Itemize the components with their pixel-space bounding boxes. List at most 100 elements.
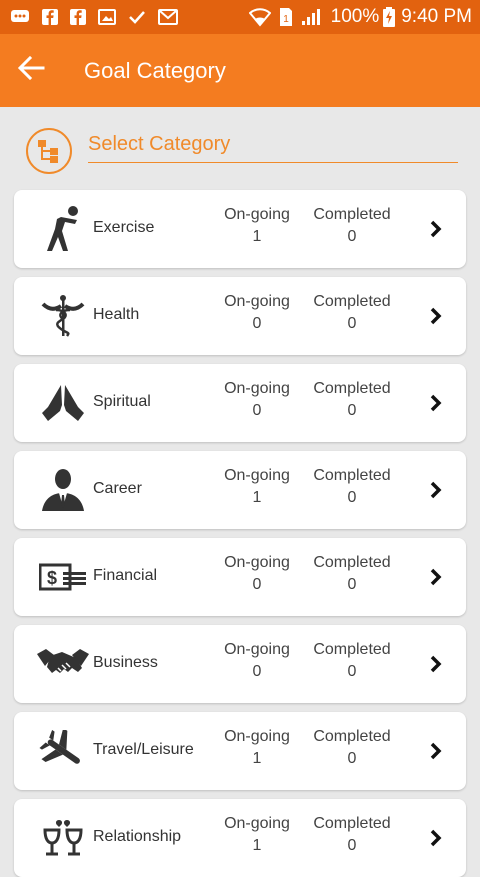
- ongoing-stat: On-going 0: [220, 552, 294, 596]
- category-card-career[interactable]: Career On-going 1 Completed 0: [14, 451, 466, 529]
- completed-label: Completed: [313, 815, 391, 832]
- completed-stat: Completed 0: [306, 204, 398, 248]
- praying-hands-icon: [36, 376, 90, 430]
- airplane-icon: [36, 724, 90, 778]
- arrow-left-icon: [17, 55, 45, 85]
- completed-stat: Completed 0: [306, 378, 398, 422]
- completed-count: 0: [347, 576, 357, 593]
- chevron-right-icon[interactable]: [424, 826, 448, 850]
- sim-icon: 1: [279, 7, 293, 27]
- wine-glasses-icon: [36, 811, 90, 865]
- ongoing-count: 0: [252, 402, 262, 419]
- svg-text:1: 1: [283, 14, 289, 25]
- ongoing-label: On-going: [224, 467, 290, 484]
- ongoing-label: On-going: [224, 206, 290, 223]
- category-card-spiritual[interactable]: Spiritual On-going 0 Completed 0: [14, 364, 466, 442]
- status-bar: 1 100% 9:40 PM: [0, 0, 480, 34]
- completed-stat: Completed 0: [306, 465, 398, 509]
- ongoing-label: On-going: [224, 554, 290, 571]
- chevron-right-icon[interactable]: [424, 478, 448, 502]
- ongoing-stat: On-going 0: [220, 291, 294, 335]
- chevron-right-icon[interactable]: [424, 391, 448, 415]
- gmail-icon: [158, 9, 178, 25]
- category-name: Travel/Leisure: [93, 741, 194, 758]
- system-status: 1 100% 9:40 PM: [241, 6, 472, 28]
- back-button[interactable]: [0, 34, 66, 107]
- ongoing-count: 1: [252, 228, 262, 245]
- category-card-business[interactable]: Business On-going 0 Completed 0: [14, 625, 466, 703]
- ongoing-label: On-going: [224, 641, 290, 658]
- completed-count: 0: [347, 315, 357, 332]
- ongoing-stat: On-going 0: [220, 639, 294, 683]
- chevron-right-icon[interactable]: [424, 217, 448, 241]
- battery-charging-icon: [383, 7, 396, 27]
- battery-percent: 100%: [330, 6, 380, 27]
- caduceus-icon: [36, 289, 90, 343]
- ongoing-stat: On-going 0: [220, 378, 294, 422]
- category-name: Business: [93, 654, 158, 671]
- category-card-health[interactable]: Health On-going 0 Completed 0: [14, 277, 466, 355]
- ongoing-stat: On-going 1: [220, 204, 294, 248]
- notification-icons: [10, 9, 190, 25]
- ongoing-stat: On-going 1: [220, 813, 294, 857]
- completed-stat: Completed 0: [306, 291, 398, 335]
- hierarchy-icon: [26, 128, 72, 174]
- chevron-right-icon[interactable]: [424, 739, 448, 763]
- completed-label: Completed: [313, 206, 391, 223]
- ongoing-stat: On-going 1: [220, 465, 294, 509]
- image-icon: [98, 9, 116, 25]
- completed-count: 0: [347, 228, 357, 245]
- clock: 9:40 PM: [401, 6, 472, 27]
- svg-text:$: $: [47, 568, 57, 588]
- businessman-icon: [36, 463, 90, 517]
- chat-icon: [10, 9, 30, 25]
- chevron-right-icon[interactable]: [424, 304, 448, 328]
- completed-label: Completed: [313, 728, 391, 745]
- money-icon: $: [36, 550, 90, 604]
- completed-count: 0: [347, 663, 357, 680]
- completed-label: Completed: [313, 293, 391, 310]
- ongoing-label: On-going: [224, 815, 290, 832]
- category-name: Health: [93, 306, 140, 323]
- ongoing-count: 1: [252, 750, 262, 767]
- ongoing-stat: On-going 1: [220, 726, 294, 770]
- ongoing-label: On-going: [224, 728, 290, 745]
- app-bar: Goal Category: [0, 34, 480, 107]
- completed-label: Completed: [313, 467, 391, 484]
- category-name: Spiritual: [93, 393, 151, 410]
- wifi-icon: [248, 7, 271, 27]
- category-name: Career: [93, 480, 142, 497]
- exercise-icon: [36, 202, 90, 256]
- checkmark-icon: [128, 9, 146, 25]
- completed-label: Completed: [313, 641, 391, 658]
- chevron-right-icon[interactable]: [424, 652, 448, 676]
- facebook-icon: [42, 9, 58, 25]
- page-title: Goal Category: [84, 57, 226, 83]
- completed-stat: Completed 0: [306, 726, 398, 770]
- completed-stat: Completed 0: [306, 813, 398, 857]
- completed-count: 0: [347, 402, 357, 419]
- ongoing-label: On-going: [224, 380, 290, 397]
- ongoing-count: 0: [252, 663, 262, 680]
- ongoing-count: 0: [252, 576, 262, 593]
- ongoing-count: 1: [252, 489, 262, 506]
- completed-stat: Completed 0: [306, 552, 398, 596]
- facebook-icon: [70, 9, 86, 25]
- ongoing-label: On-going: [224, 293, 290, 310]
- select-category-label[interactable]: Select Category: [88, 132, 458, 163]
- ongoing-count: 0: [252, 315, 262, 332]
- completed-count: 0: [347, 750, 357, 767]
- category-card-travel-leisure[interactable]: Travel/Leisure On-going 1 Completed 0: [14, 712, 466, 790]
- category-card-relationship[interactable]: Relationship On-going 1 Completed 0: [14, 799, 466, 877]
- chevron-right-icon[interactable]: [424, 565, 448, 589]
- category-card-financial[interactable]: $ Financial On-going 0 Completed 0: [14, 538, 466, 616]
- category-card-exercise[interactable]: Exercise On-going 1 Completed 0: [14, 190, 466, 268]
- completed-label: Completed: [313, 554, 391, 571]
- completed-stat: Completed 0: [306, 639, 398, 683]
- category-name: Exercise: [93, 219, 155, 236]
- category-name: Financial: [93, 567, 158, 584]
- handshake-icon: [36, 637, 90, 691]
- signal-icon: [301, 8, 321, 26]
- completed-count: 0: [347, 489, 357, 506]
- select-category-row[interactable]: Select Category: [26, 126, 460, 178]
